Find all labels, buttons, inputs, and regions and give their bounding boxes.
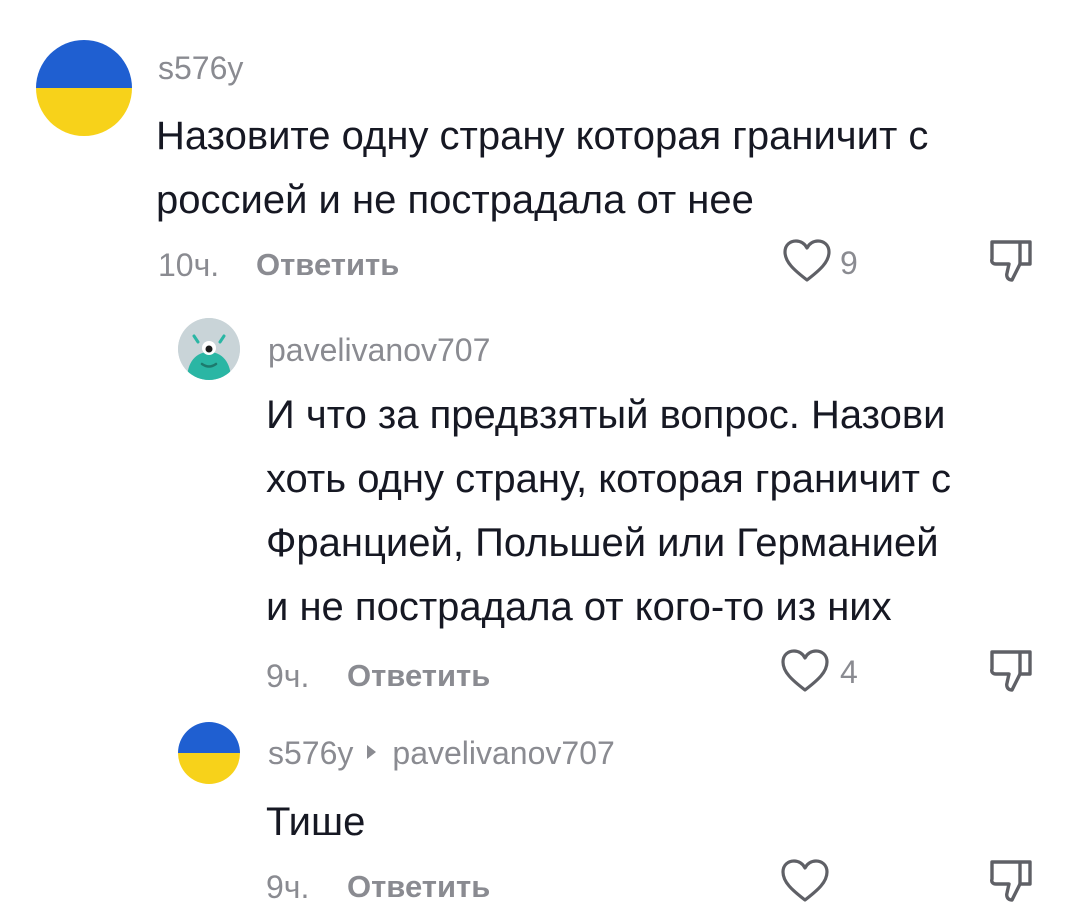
comment-time: 10ч.: [158, 247, 220, 283]
comment-text-line: россией и не пострадала от нее: [156, 178, 754, 222]
like-button[interactable]: [780, 648, 830, 694]
heart-outline-icon: [783, 239, 831, 282]
comment-username[interactable]: pavelivanov707: [268, 334, 490, 366]
flag-yellow-stripe: [36, 88, 132, 136]
like-button[interactable]: [782, 238, 832, 284]
thumbs-down-icon: [990, 240, 1032, 282]
comment-text: Назовите одну страну которая граничит с …: [156, 104, 928, 232]
dislike-button[interactable]: [986, 236, 1040, 286]
comment-username[interactable]: s576y: [158, 52, 243, 84]
dislike-button[interactable]: [986, 856, 1040, 906]
comment-text-line: хоть одну страну, которая граничит с: [266, 457, 952, 501]
comment-text-line: Тише: [266, 800, 366, 844]
like-count: 4: [840, 654, 858, 690]
reply-to-username[interactable]: pavelivanov707: [392, 735, 614, 771]
flag-blue-stripe: [178, 722, 240, 753]
comment-time: 9ч.: [266, 869, 310, 905]
thumbs-down-icon: [990, 860, 1032, 902]
dislike-button[interactable]: [986, 646, 1040, 696]
reply-button[interactable]: Ответить: [347, 871, 490, 902]
heart-outline-icon: [781, 649, 829, 692]
monster-avatar-icon: [178, 318, 240, 380]
reply-button[interactable]: Ответить: [347, 660, 490, 691]
comment-username-line: s576y pavelivanov707: [268, 737, 615, 769]
heart-outline-icon: [781, 859, 829, 902]
comment-text: Тише: [266, 790, 365, 854]
avatar-flag[interactable]: [36, 40, 132, 136]
comment-text-line: Францией, Польшей или Германией: [266, 521, 939, 565]
comment-time: 9ч.: [266, 658, 310, 694]
reply-to-arrow-icon: [367, 745, 377, 759]
comment-text-line: и не пострадала от кого-то из них: [266, 585, 892, 629]
avatar-flag[interactable]: [178, 722, 240, 784]
flag-yellow-stripe: [178, 753, 240, 784]
like-count: 9: [840, 245, 858, 281]
comment-text: И что за предвзятый вопрос. Назови хоть …: [266, 383, 951, 639]
thumbs-down-icon: [990, 650, 1032, 692]
avatar-monster[interactable]: [178, 318, 240, 380]
comment-username[interactable]: s576y: [268, 735, 353, 771]
flag-blue-stripe: [36, 40, 132, 88]
reply-button[interactable]: Ответить: [256, 249, 399, 280]
comment-text-line: И что за предвзятый вопрос. Назови: [266, 393, 946, 437]
like-button[interactable]: [780, 858, 830, 904]
comment-text-line: Назовите одну страну которая граничит с: [156, 114, 929, 158]
